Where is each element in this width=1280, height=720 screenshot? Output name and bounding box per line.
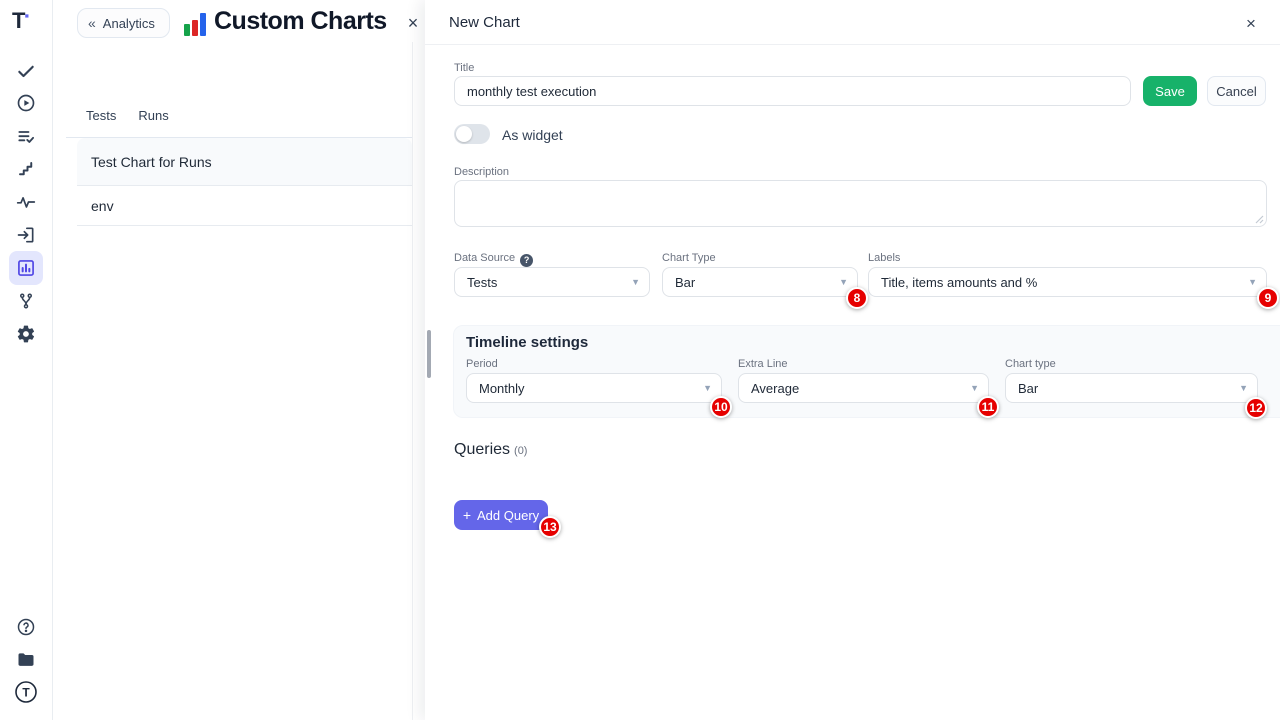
queries-heading: Queries(0) (454, 441, 527, 459)
gear-icon[interactable] (9, 317, 43, 351)
caret-down-icon: ▼ (1239, 383, 1248, 393)
list-item-label: env (91, 198, 114, 214)
chevrons-left-icon: « (88, 15, 96, 31)
list-item-env[interactable]: env (77, 186, 412, 226)
title-field-label: Title (454, 62, 474, 74)
annotation-badge-13: 13 (539, 516, 561, 538)
extra-line-select[interactable]: Average ▼ (738, 373, 989, 403)
annotation-badge-11: 11 (977, 396, 999, 418)
timeline-settings-heading: Timeline settings (466, 334, 588, 351)
title-input[interactable] (454, 76, 1131, 106)
form-title: New Chart (449, 14, 520, 31)
runs-play-circle-icon[interactable] (9, 86, 43, 120)
caret-down-icon: ▼ (631, 277, 640, 287)
close-form-icon[interactable]: × (1239, 12, 1263, 36)
data-source-label: Data Source? (454, 252, 533, 267)
caret-down-icon: ▼ (703, 383, 712, 393)
tab-tests[interactable]: Tests (86, 108, 116, 129)
labels-select[interactable]: Title, items amounts and % ▼ (868, 267, 1267, 297)
description-label: Description (454, 166, 509, 178)
period-value: Monthly (479, 381, 525, 396)
add-query-label: Add Query (477, 508, 539, 523)
period-select[interactable]: Monthly ▼ (466, 373, 722, 403)
scrollbar-thumb[interactable] (427, 330, 431, 378)
data-source-value: Tests (467, 275, 497, 290)
profile-logo-icon[interactable]: T (9, 675, 43, 709)
as-widget-label: As widget (502, 127, 563, 143)
custom-charts-panel: « Analytics Custom Charts × Tests Runs T… (53, 0, 425, 720)
custom-charts-icon[interactable] (9, 251, 43, 285)
as-widget-toggle[interactable] (454, 124, 490, 144)
caret-down-icon: ▼ (1248, 277, 1257, 287)
import-icon[interactable] (9, 218, 43, 252)
add-query-button[interactable]: + Add Query (454, 500, 548, 530)
svg-text:T: T (22, 686, 30, 700)
extra-line-label: Extra Line (738, 358, 788, 370)
chart-type-label: Chart Type (662, 252, 716, 264)
docs-folder-icon[interactable] (9, 643, 43, 677)
logo-accent: ▪ (24, 8, 28, 23)
back-button-label: Analytics (103, 16, 155, 31)
page-title: Custom Charts (214, 7, 387, 36)
timeline-chart-type-label: Chart type (1005, 358, 1056, 370)
labels-value: Title, items amounts and % (881, 275, 1037, 290)
panel-edge-divider (412, 42, 413, 720)
annotation-badge-9: 9 (1257, 287, 1279, 309)
period-label: Period (466, 358, 498, 370)
cancel-button[interactable]: Cancel (1207, 76, 1266, 106)
chart-type-value: Bar (675, 275, 695, 290)
annotation-badge-8: 8 (846, 287, 868, 309)
extra-line-value: Average (751, 381, 799, 396)
help-icon[interactable] (9, 610, 43, 644)
caret-down-icon: ▼ (970, 383, 979, 393)
caret-down-icon: ▼ (839, 277, 848, 287)
new-chart-panel: New Chart × Title Save Cancel As widget … (425, 0, 1280, 720)
charts-tabs: Tests Runs (86, 108, 169, 129)
description-textarea[interactable] (454, 180, 1267, 227)
list-item-test-chart-for-runs[interactable]: Test Chart for Runs (77, 138, 412, 186)
annotation-badge-12: 12 (1245, 397, 1267, 419)
left-icon-rail: T▪ T (0, 0, 53, 720)
pulse-icon[interactable] (9, 185, 43, 219)
steps-icon[interactable] (9, 152, 43, 186)
timeline-chart-type-value: Bar (1018, 381, 1038, 396)
help-circle-icon[interactable]: ? (520, 254, 533, 267)
form-header: New Chart × (425, 0, 1280, 45)
chart-type-select[interactable]: Bar ▼ (662, 267, 858, 297)
plus-icon: + (463, 507, 471, 523)
queries-count: (0) (514, 445, 527, 457)
plans-list-check-icon[interactable] (9, 120, 43, 154)
branch-icon[interactable] (9, 284, 43, 318)
tests-check-icon[interactable] (9, 54, 43, 88)
bar-chart-icon (184, 12, 209, 36)
data-source-select[interactable]: Tests ▼ (454, 267, 650, 297)
annotation-badge-10: 10 (710, 396, 732, 418)
back-to-analytics-button[interactable]: « Analytics (77, 8, 170, 38)
app-logo[interactable]: T▪ (12, 8, 28, 34)
save-button[interactable]: Save (1143, 76, 1197, 106)
labels-label: Labels (868, 252, 900, 264)
tab-runs[interactable]: Runs (138, 108, 168, 129)
timeline-chart-type-select[interactable]: Bar ▼ (1005, 373, 1258, 403)
toggle-knob (456, 126, 472, 142)
list-item-label: Test Chart for Runs (91, 154, 212, 170)
